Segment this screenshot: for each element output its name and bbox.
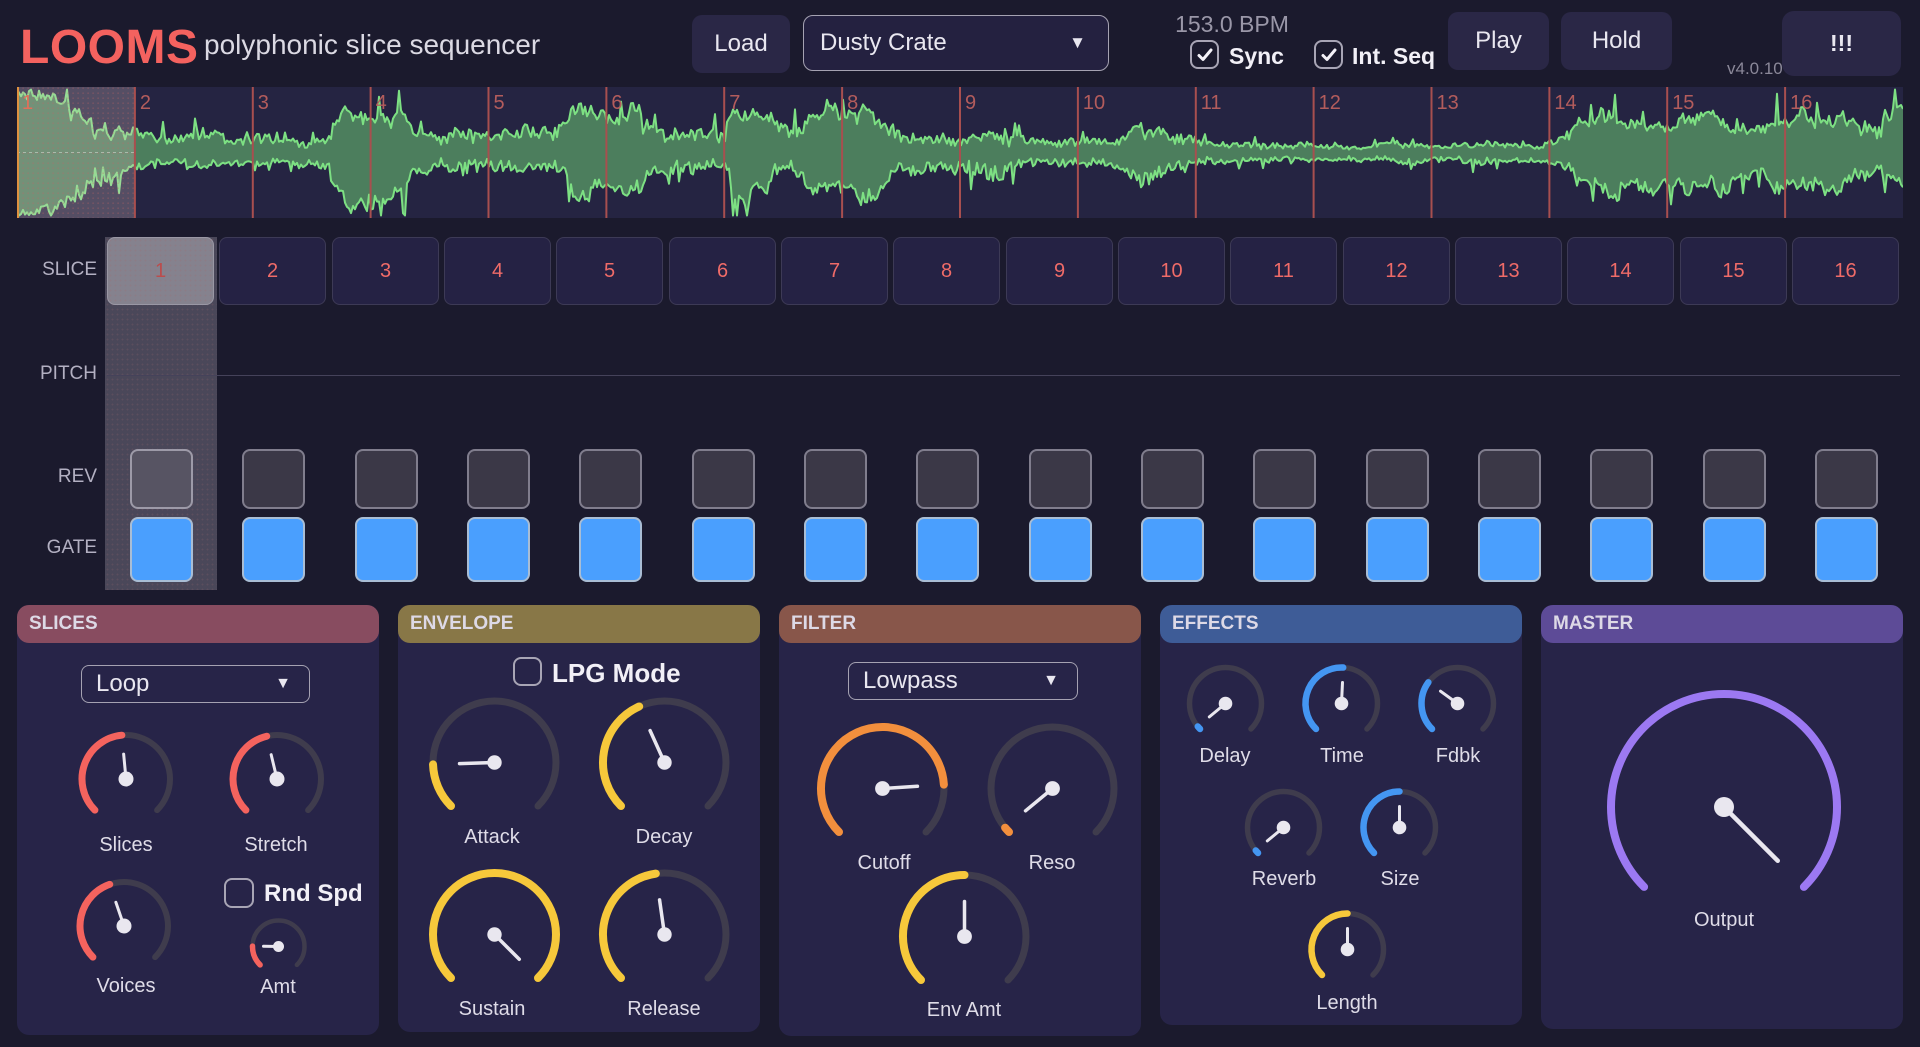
svg-text:11: 11: [1201, 92, 1222, 114]
svg-text:12: 12: [1319, 92, 1341, 114]
svg-text:5: 5: [494, 92, 505, 114]
svg-text:14: 14: [1554, 92, 1576, 114]
svg-text:8: 8: [847, 92, 858, 114]
svg-text:10: 10: [1083, 92, 1105, 114]
svg-text:3: 3: [258, 92, 269, 114]
svg-text:9: 9: [965, 92, 976, 114]
svg-text:4: 4: [376, 92, 387, 114]
svg-text:13: 13: [1437, 92, 1459, 114]
svg-text:16: 16: [1790, 92, 1812, 114]
svg-text:1: 1: [22, 92, 33, 114]
svg-text:15: 15: [1672, 92, 1694, 114]
svg-text:6: 6: [611, 92, 622, 114]
svg-text:2: 2: [140, 92, 151, 114]
svg-text:7: 7: [729, 92, 740, 114]
